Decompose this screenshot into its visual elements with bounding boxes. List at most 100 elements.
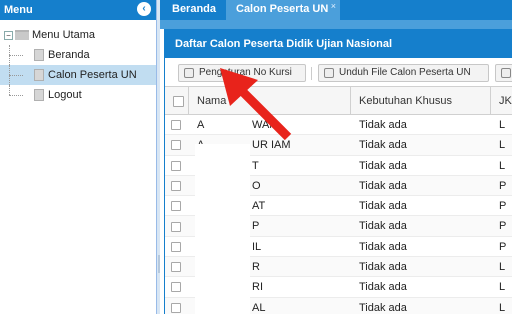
cell-jk: L xyxy=(499,159,506,172)
cell-kebutuhan-khusus: Tidak ada xyxy=(359,261,407,274)
row-checkbox[interactable] xyxy=(171,302,181,313)
column-header-nama[interactable]: Nama xyxy=(189,87,351,115)
row-select-cell[interactable] xyxy=(165,298,189,314)
redaction-overlay xyxy=(195,144,250,314)
cell-kebutuhan-khusus: Tidak ada xyxy=(359,200,407,213)
cell-jk: L xyxy=(499,301,506,314)
row-checkbox[interactable] xyxy=(171,201,181,212)
sidebar-item-label: Calon Peserta UN xyxy=(48,69,137,81)
toolbar-more-button[interactable] xyxy=(495,64,512,82)
nav-panel-header: Menu ‹ xyxy=(0,0,156,20)
tree-root-label: Menu Utama xyxy=(32,29,95,41)
chevron-left-icon[interactable]: ‹ xyxy=(137,2,151,16)
download-icon xyxy=(501,68,511,78)
sidebar-item-logout[interactable]: Logout xyxy=(0,85,156,105)
checkbox-icon xyxy=(184,68,194,78)
nama-text-part: IL xyxy=(252,240,262,253)
row-select-cell[interactable] xyxy=(165,176,189,196)
cell-kebutuhan-khusus: Tidak ada xyxy=(359,220,407,233)
cell-kebutuhan-khusus: Tidak ada xyxy=(359,301,407,314)
cell-jk: L xyxy=(499,261,506,274)
table-row[interactable]: A WAN Tidak ada L xyxy=(165,115,512,136)
row-select-cell[interactable] xyxy=(165,156,189,176)
nama-text-part: A xyxy=(197,119,205,131)
cell-jk: L xyxy=(499,139,506,152)
page-icon xyxy=(34,69,44,82)
tab-bar: Beranda Calon Peserta UN × xyxy=(160,0,512,20)
grid-header: Nama Kebutuhan Khusus JK xyxy=(165,87,512,115)
nama-text-part: RI xyxy=(252,281,263,294)
sidebar-item-beranda[interactable]: Beranda xyxy=(0,45,156,65)
row-select-cell[interactable] xyxy=(165,196,189,216)
cell-kebutuhan-khusus: Tidak ada xyxy=(359,179,407,192)
grid-toolbar: Pengaturan No Kursi Unduh File Calon Pes… xyxy=(165,58,512,87)
nav-tree: − Menu Utama Beranda Calon Peserta UN Log… xyxy=(0,20,156,105)
toolbar-separator xyxy=(311,67,312,80)
pengaturan-no-kursi-button[interactable]: Pengaturan No Kursi xyxy=(178,64,306,82)
row-checkbox[interactable] xyxy=(171,282,181,293)
select-all-checkbox[interactable] xyxy=(173,95,184,107)
download-icon xyxy=(324,68,334,78)
cell-jk: P xyxy=(499,220,507,233)
button-label: Unduh File Calon Peserta UN xyxy=(339,67,471,78)
column-header-jk[interactable]: JK xyxy=(491,87,512,115)
row-select-cell[interactable] xyxy=(165,257,189,277)
cell-kebutuhan-khusus: Tidak ada xyxy=(359,240,407,253)
tree-connector xyxy=(9,55,23,56)
cell-jk: L xyxy=(499,281,506,294)
left-nav-panel: Menu ‹ − Menu Utama Beranda Calon Peserta… xyxy=(0,0,157,314)
cell-jk: L xyxy=(499,119,506,131)
tree-connector xyxy=(9,75,23,76)
close-icon[interactable]: × xyxy=(331,0,336,15)
nama-text-part: P xyxy=(252,220,260,233)
cell-kebutuhan-khusus: Tidak ada xyxy=(359,139,407,152)
row-select-cell[interactable] xyxy=(165,135,189,155)
collapse-tree-icon[interactable]: − xyxy=(4,30,13,40)
cell-jk: P xyxy=(499,179,507,192)
button-label: Pengaturan No Kursi xyxy=(199,67,292,78)
row-select-cell[interactable] xyxy=(165,237,189,257)
row-checkbox[interactable] xyxy=(171,262,181,273)
cell-kebutuhan-khusus: Tidak ada xyxy=(359,281,407,294)
cell-jk: P xyxy=(499,200,507,213)
cell-jk: P xyxy=(499,240,507,253)
row-checkbox[interactable] xyxy=(171,180,181,191)
tree-root-menu-utama[interactable]: − Menu Utama xyxy=(0,25,156,45)
cell-kebutuhan-khusus: Tidak ada xyxy=(359,119,407,131)
nav-panel-title: Menu xyxy=(4,4,33,16)
tab-label: Beranda xyxy=(172,3,217,15)
row-checkbox[interactable] xyxy=(171,120,181,131)
column-header-kebutuhan-khusus[interactable]: Kebutuhan Khusus xyxy=(351,87,491,115)
sidebar-item-label: Logout xyxy=(48,89,82,101)
sidebar-item-calon-peserta-un[interactable]: Calon Peserta UN xyxy=(0,65,156,85)
tab-calon-peserta-un[interactable]: Calon Peserta UN × xyxy=(226,0,340,20)
cell-nama: A WAN xyxy=(189,115,351,135)
tree-connector xyxy=(9,85,10,95)
row-checkbox[interactable] xyxy=(171,241,181,252)
tree-connector xyxy=(9,95,23,96)
row-select-cell[interactable] xyxy=(165,216,189,236)
nama-text-part: UR IAM xyxy=(252,139,291,152)
select-all-header[interactable] xyxy=(165,87,189,115)
page-icon xyxy=(34,49,44,62)
row-checkbox[interactable] xyxy=(171,221,181,232)
nama-text-part: O xyxy=(252,179,261,192)
nama-text-part: AL xyxy=(252,301,266,314)
tab-label: Calon Peserta UN xyxy=(236,3,329,15)
folder-icon xyxy=(15,30,29,41)
nama-text-part: R xyxy=(252,261,260,274)
sidebar-item-label: Beranda xyxy=(48,49,90,61)
unduh-file-button[interactable]: Unduh File Calon Peserta UN xyxy=(318,64,489,82)
nama-text-part: AT xyxy=(252,200,266,213)
row-checkbox[interactable] xyxy=(171,160,181,171)
row-checkbox[interactable] xyxy=(171,140,181,151)
tab-strip-body xyxy=(160,20,512,29)
page-icon xyxy=(34,89,44,102)
cell-kebutuhan-khusus: Tidak ada xyxy=(359,159,407,172)
row-select-cell[interactable] xyxy=(165,277,189,297)
tab-beranda[interactable]: Beranda xyxy=(165,0,223,20)
nama-text-part: WAN xyxy=(252,119,278,131)
nama-text-part: T xyxy=(252,159,259,172)
panel-title: Daftar Calon Peserta Didik Ujian Nasiona… xyxy=(165,29,512,58)
row-select-cell[interactable] xyxy=(165,115,189,135)
